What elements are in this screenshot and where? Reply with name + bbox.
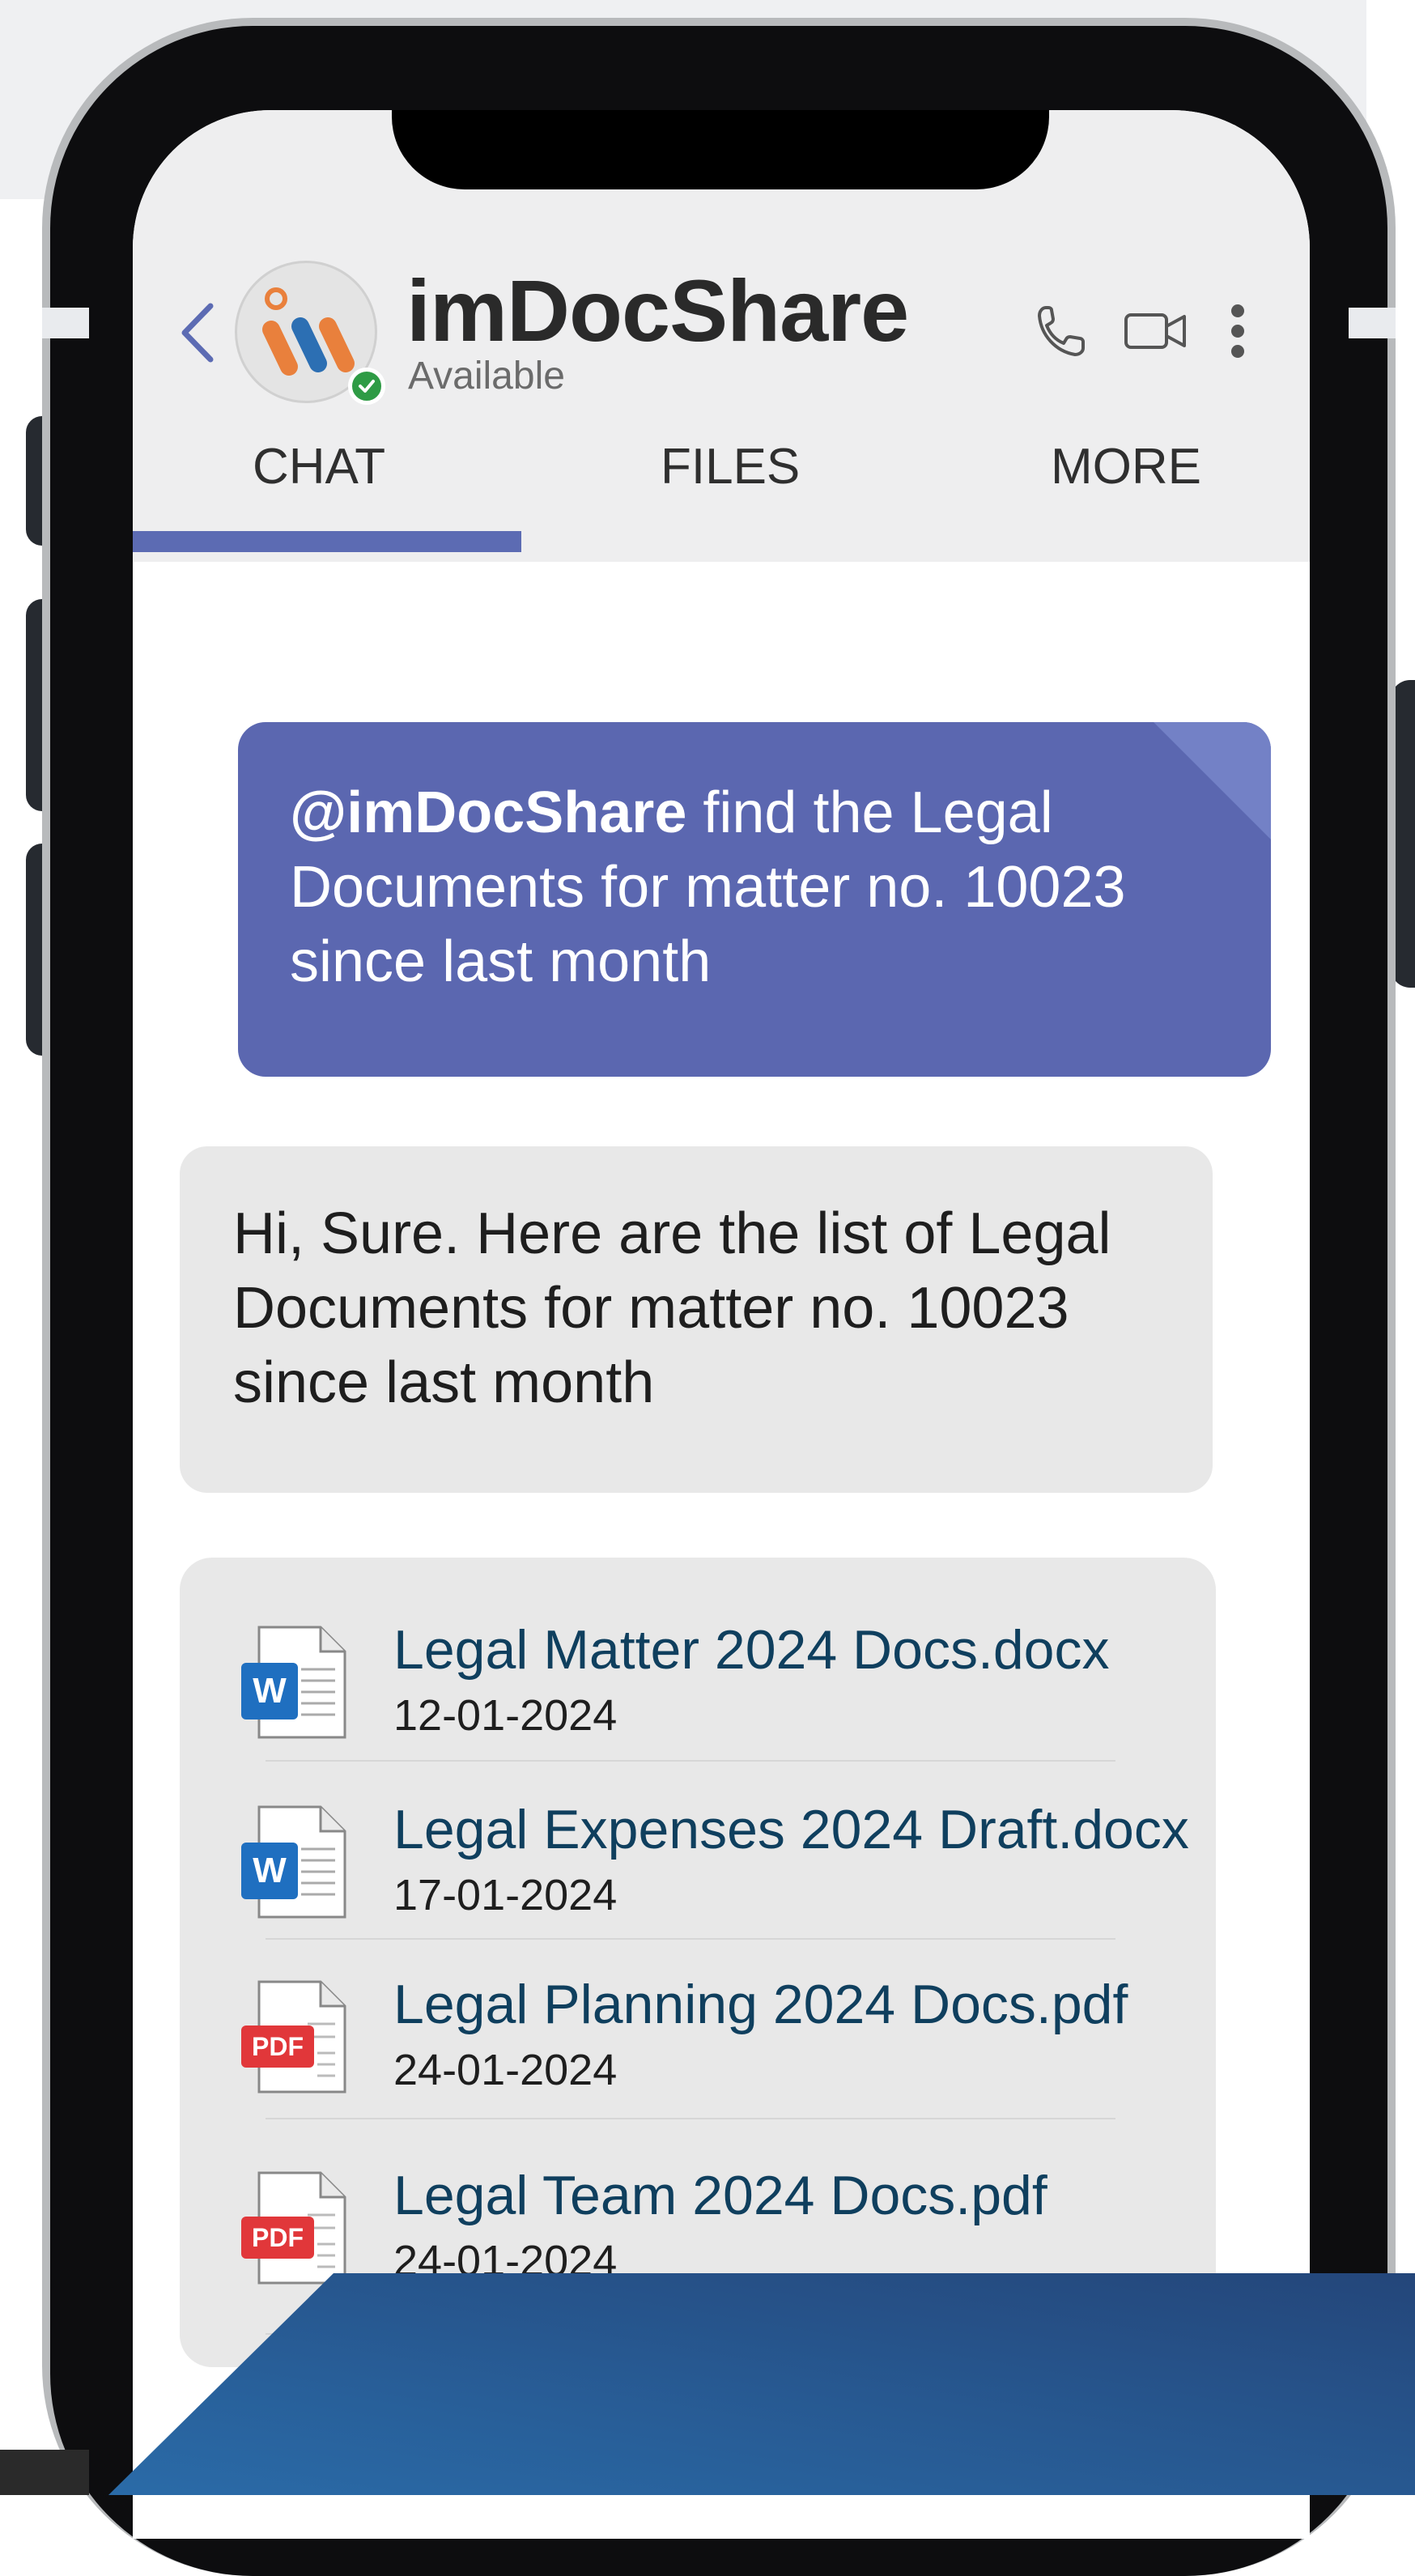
word-document-icon: W bbox=[240, 1624, 350, 1745]
mention-tag[interactable]: @imDocShare bbox=[290, 780, 686, 845]
word-document-icon: W bbox=[240, 1804, 350, 1924]
phone-notch bbox=[392, 110, 1049, 189]
presence-available-badge bbox=[348, 368, 385, 405]
file-date: 24-01-2024 bbox=[393, 2237, 618, 2285]
file-divider bbox=[266, 1938, 1115, 1940]
frame-base-strip bbox=[0, 2450, 89, 2495]
tab-files[interactable]: FILES bbox=[661, 442, 800, 492]
more-options-button[interactable] bbox=[1217, 295, 1258, 368]
phone-screen: imDocShare Available CHAT FILES MORE @im… bbox=[133, 110, 1310, 2539]
file-divider bbox=[266, 1760, 1115, 1762]
file-name-link[interactable]: Legal Team 2024 Docs.pdf bbox=[393, 2168, 1047, 2223]
outgoing-message-text: @imDocShare find the Legal Documents for… bbox=[290, 776, 1245, 999]
file-list-item[interactable]: W Legal Expenses 2024 Draft.docx 17-01-2… bbox=[180, 1786, 1216, 1948]
file-results-card: W Legal Matter 2024 Docs.docx 12-01-2024… bbox=[180, 1558, 1216, 2367]
pdf-document-icon: PDF bbox=[240, 2170, 350, 2290]
phone-antenna-band-right bbox=[1349, 308, 1396, 338]
file-name-link[interactable]: Legal Matter 2024 Docs.docx bbox=[393, 1622, 1110, 1677]
pdf-document-icon: PDF bbox=[240, 1979, 350, 2099]
outgoing-message-bubble[interactable]: @imDocShare find the Legal Documents for… bbox=[238, 722, 1271, 1077]
file-date: 12-01-2024 bbox=[393, 1691, 618, 1740]
file-name-link[interactable]: Legal Planning 2024 Docs.pdf bbox=[393, 1977, 1128, 2032]
tab-more[interactable]: MORE bbox=[1051, 442, 1201, 492]
file-divider bbox=[266, 2118, 1115, 2119]
file-list-item[interactable]: PDF Legal Team 2024 Docs.pdf 24-01-2024 bbox=[180, 2152, 1216, 2314]
word-badge-letter: W bbox=[253, 1671, 287, 1711]
app-status: Available bbox=[408, 355, 565, 397]
file-name-link[interactable]: Legal Expenses 2024 Draft.docx bbox=[393, 1802, 1189, 1857]
more-vertical-icon bbox=[1231, 304, 1244, 358]
file-date: 17-01-2024 bbox=[393, 1871, 618, 1919]
checkmark-icon bbox=[359, 380, 375, 393]
chevron-left-icon bbox=[181, 303, 214, 363]
incoming-message-bubble[interactable]: Hi, Sure. Here are the list of Legal Doc… bbox=[180, 1146, 1213, 1493]
file-list-item[interactable]: PDF Legal Planning 2024 Docs.pdf 24-01-2… bbox=[180, 1961, 1216, 2123]
incoming-message-text: Hi, Sure. Here are the list of Legal Doc… bbox=[233, 1201, 1111, 1415]
pdf-badge-label: PDF bbox=[252, 2223, 304, 2252]
tab-chat[interactable]: CHAT bbox=[253, 442, 385, 492]
file-date: 24-01-2024 bbox=[393, 2046, 618, 2094]
pdf-badge-label: PDF bbox=[252, 2032, 304, 2061]
phone-icon bbox=[1038, 306, 1085, 356]
video-camera-icon bbox=[1124, 313, 1186, 349]
back-button[interactable] bbox=[168, 296, 225, 369]
call-button[interactable] bbox=[1028, 295, 1093, 368]
file-divider bbox=[266, 2333, 1115, 2335]
video-call-button[interactable] bbox=[1119, 295, 1192, 368]
imdocshare-logo-icon bbox=[262, 287, 355, 376]
word-badge-letter: W bbox=[253, 1851, 287, 1890]
phone-antenna-band-left bbox=[42, 308, 89, 338]
file-list-item[interactable]: W Legal Matter 2024 Docs.docx 12-01-2024 bbox=[180, 1606, 1216, 1768]
app-title: imDocShare bbox=[406, 261, 909, 359]
active-tab-indicator bbox=[133, 531, 521, 552]
